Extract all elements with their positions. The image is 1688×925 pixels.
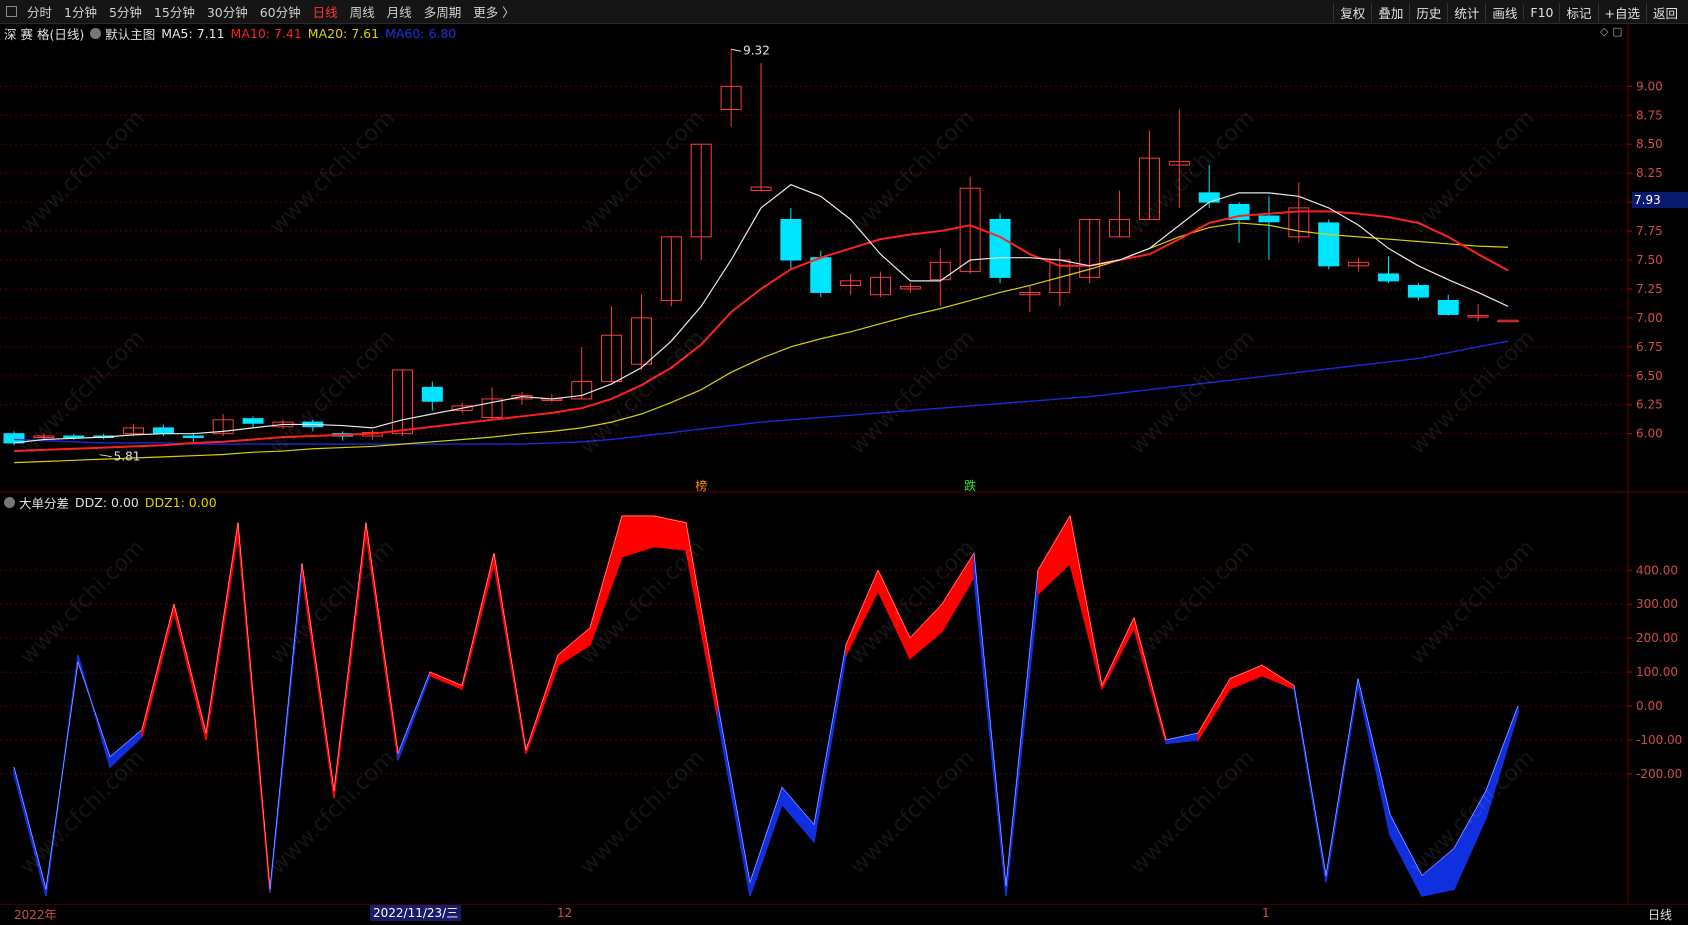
- ddz-band-segment: [749, 787, 783, 897]
- event-marker-die: 跌: [964, 478, 976, 493]
- ddz-tick-label: 0.00: [1636, 699, 1663, 713]
- candle-body: [421, 386, 443, 402]
- candle-body: [810, 257, 832, 293]
- ddz-band-segment: [1229, 664, 1263, 691]
- ddz-tick-label: 300.00: [1636, 597, 1678, 611]
- ddz-tick-label: -200.00: [1636, 767, 1682, 781]
- candle-body: [1377, 273, 1399, 282]
- ddz-band-segment: [621, 515, 655, 558]
- candle-body: [152, 427, 174, 435]
- date-label-year: 2022年: [14, 908, 57, 922]
- ddz-band-segment: [781, 785, 815, 844]
- event-marker-bang: 榜: [695, 478, 707, 493]
- candle-body: [63, 435, 85, 438]
- candle-body: [989, 218, 1011, 278]
- price-tick-label: 7.00: [1636, 311, 1663, 325]
- price-tick-label: 6.00: [1636, 427, 1663, 441]
- ddz-tick-label: 100.00: [1636, 665, 1678, 679]
- candle-body: [242, 418, 264, 424]
- ddz-band-segment: [1165, 732, 1199, 745]
- date-label-jan: 1: [1262, 906, 1270, 920]
- high-price-label: 9.32: [743, 43, 770, 57]
- price-tick-label: 6.25: [1636, 398, 1663, 412]
- price-tick-label: 6.50: [1636, 369, 1663, 383]
- price-tick-label: 8.25: [1636, 166, 1663, 180]
- period-indicator[interactable]: 日线: [1648, 906, 1672, 923]
- selected-date: 2022/11/23/三: [370, 905, 462, 921]
- ddz-tick-label: 200.00: [1636, 631, 1678, 645]
- ddz-tick-label: 400.00: [1636, 563, 1678, 577]
- candle-body: [182, 435, 204, 438]
- low-price-pointer: [99, 454, 112, 458]
- chart-canvas[interactable]: 9.008.758.508.258.007.757.507.257.006.75…: [0, 0, 1688, 924]
- ma10-line: [13, 210, 1509, 453]
- current-price-tag: 7.93: [1632, 192, 1688, 208]
- price-tick-label: 8.75: [1636, 108, 1663, 122]
- ddz-band-segment: [1037, 513, 1071, 596]
- ddz-band-segment: [717, 705, 751, 897]
- price-tick-label: 7.25: [1636, 282, 1663, 296]
- candle-body: [1258, 215, 1280, 223]
- candle-body: [780, 218, 802, 261]
- ddz-band-segment: [813, 644, 847, 842]
- ma5-line: [13, 184, 1509, 444]
- candle-body: [1318, 222, 1340, 267]
- ddz-band-segment: [397, 671, 431, 761]
- ma60-line: [13, 340, 1509, 445]
- ddz-band-segment: [141, 604, 175, 737]
- candle-body: [1497, 319, 1519, 323]
- ddz-tick-label: -100.00: [1636, 733, 1682, 747]
- price-tick-label: 7.75: [1636, 224, 1663, 238]
- ddz-band-segment: [1197, 676, 1231, 743]
- price-tick-label: 7.50: [1636, 253, 1663, 267]
- candle-body: [1437, 300, 1459, 315]
- price-tick-label: 6.75: [1636, 340, 1663, 354]
- candle-body: [1198, 192, 1220, 203]
- ddz-band-segment: [1261, 663, 1295, 691]
- ddz-band-segment: [429, 670, 463, 691]
- ma20-line: [13, 222, 1509, 464]
- time-axis-bar: [0, 904, 1688, 925]
- price-tick-label: 9.00: [1636, 79, 1663, 93]
- low-price-label: 5.81: [114, 450, 141, 464]
- date-label-dec: 12: [557, 906, 573, 920]
- ddz-band-segment: [1357, 678, 1391, 836]
- price-tick-label: 8.50: [1636, 137, 1663, 151]
- high-price-pointer: [731, 48, 742, 52]
- candle-body: [1407, 284, 1429, 298]
